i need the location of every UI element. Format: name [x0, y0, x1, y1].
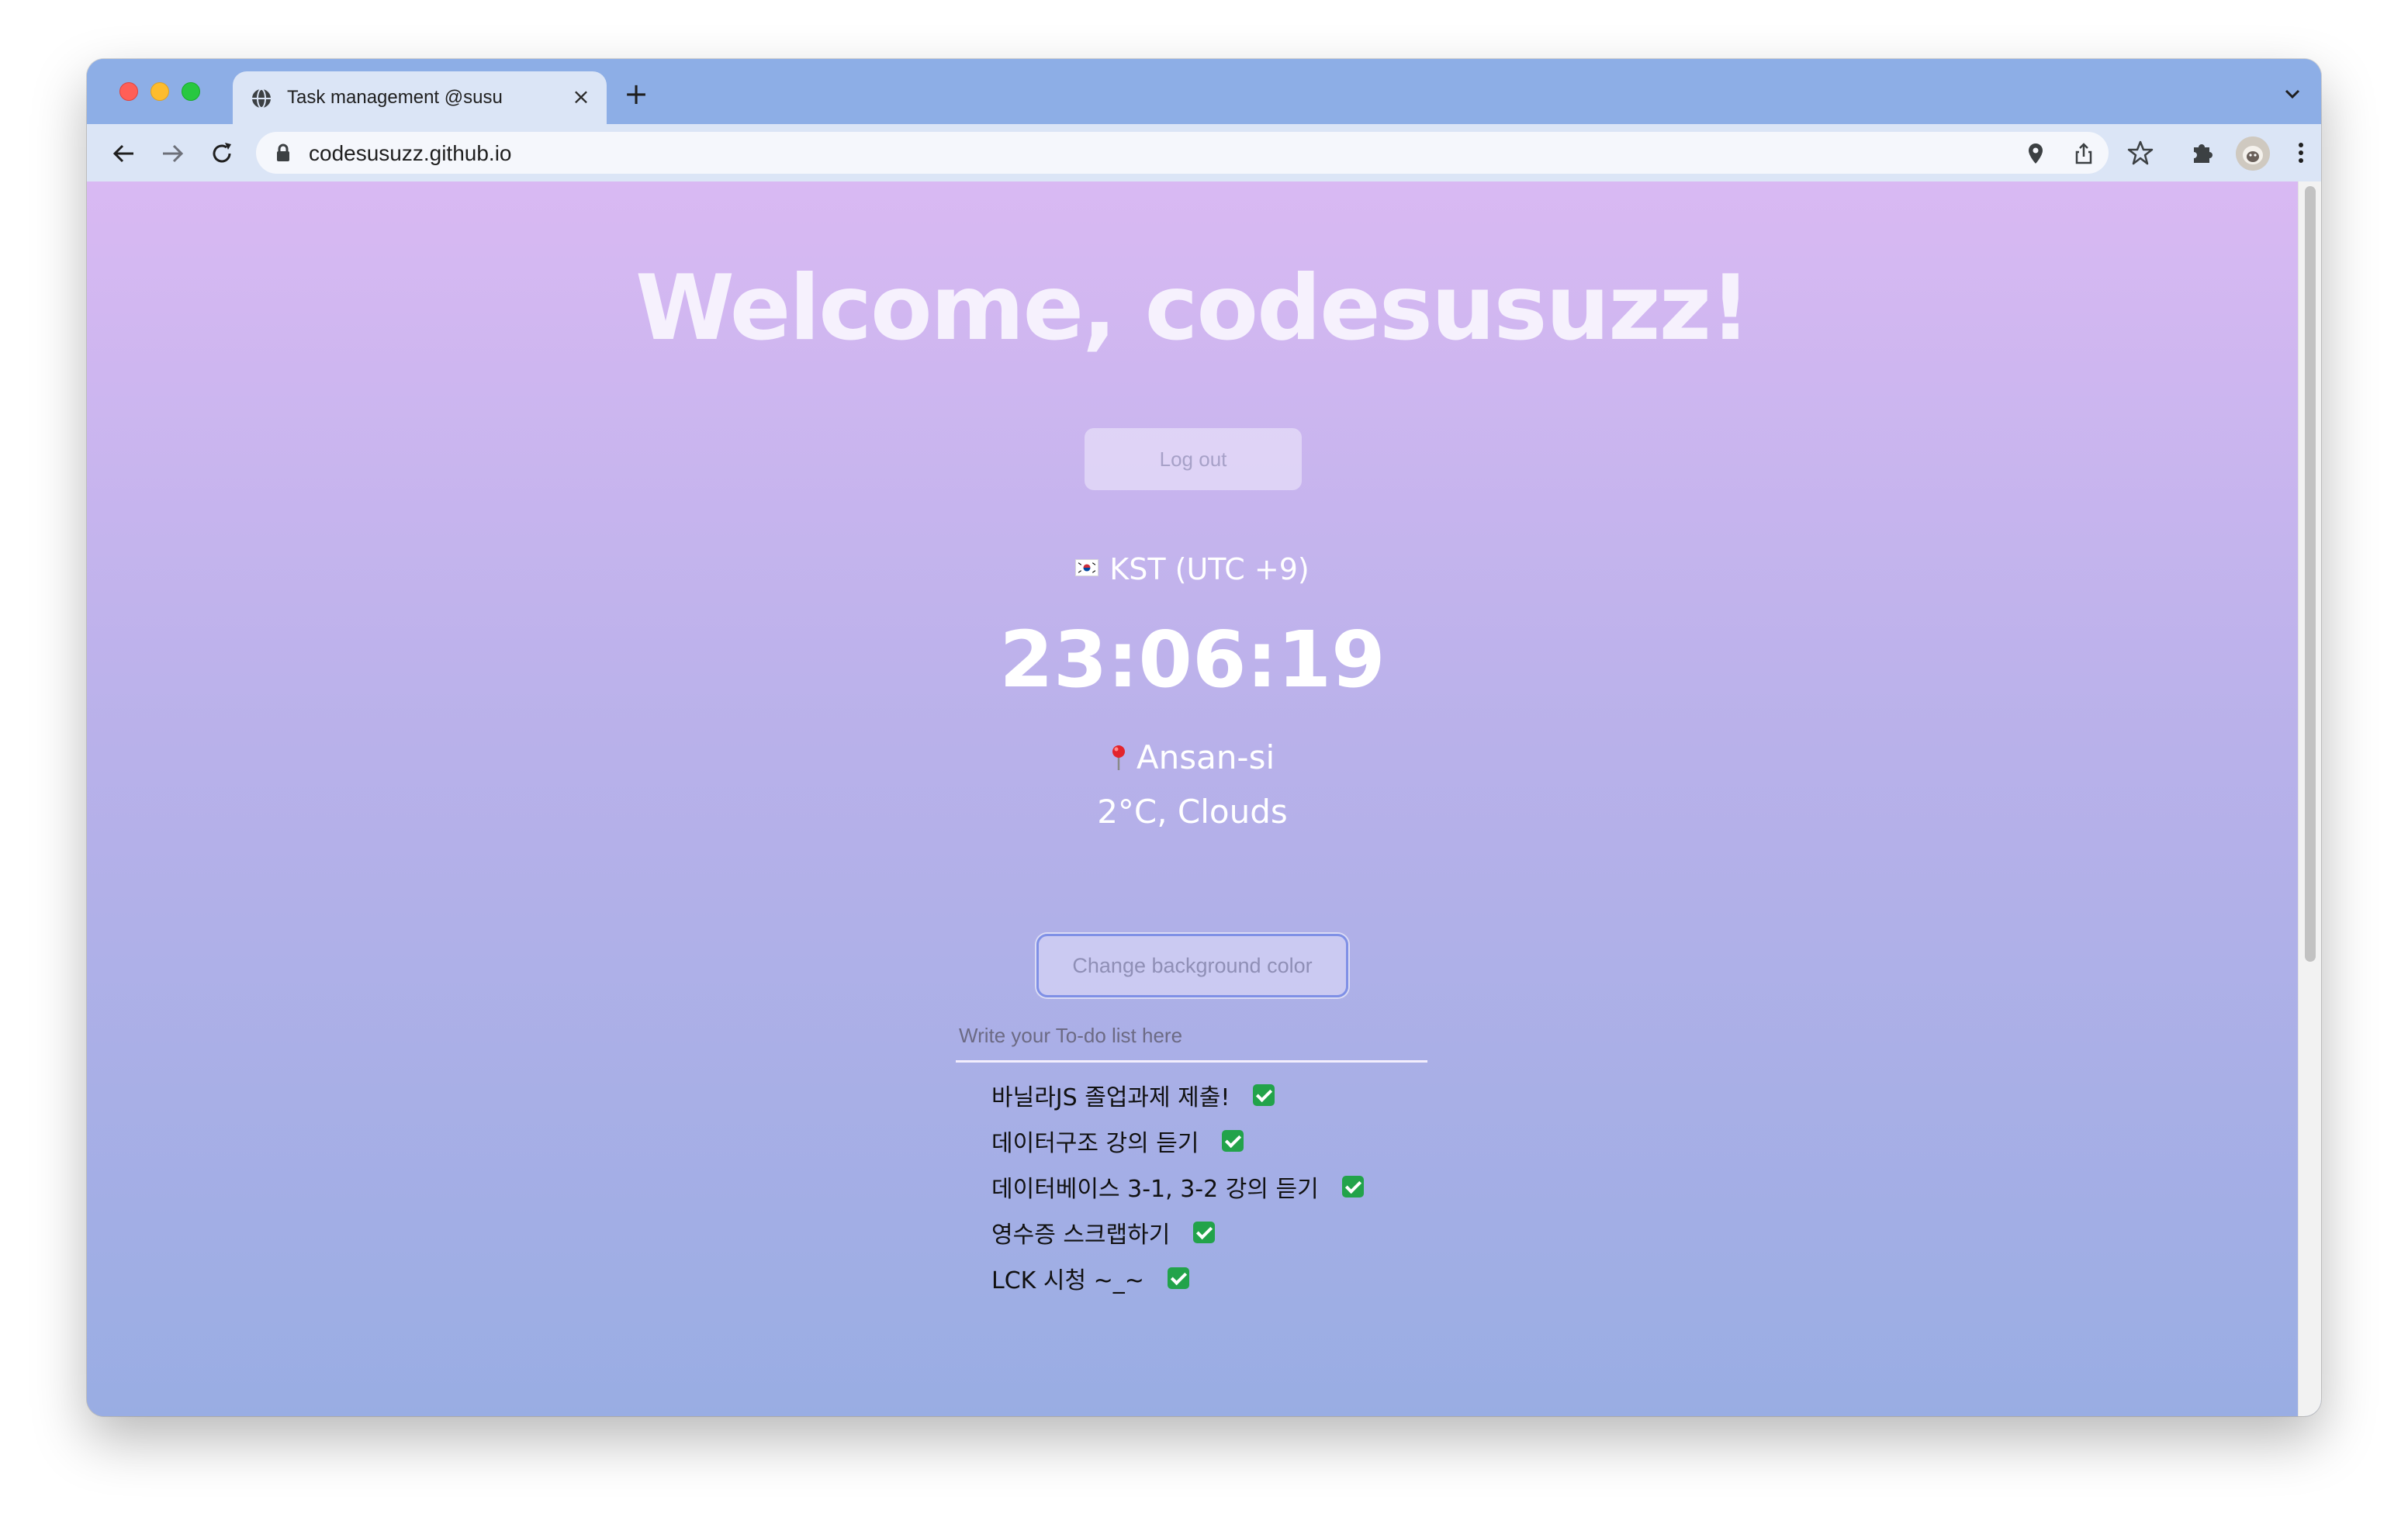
forward-arrow-icon[interactable]: [157, 138, 188, 169]
page-content: Welcome, codesusuzz! Log out KST (UTC +9…: [87, 181, 2298, 1416]
kebab-menu-icon[interactable]: [2293, 138, 2309, 168]
todo-input[interactable]: [956, 1011, 1427, 1063]
extensions-icon[interactable]: [2188, 138, 2217, 168]
logout-button[interactable]: Log out: [1085, 428, 1302, 490]
location-text: Ansan-si: [1136, 738, 1275, 776]
tab-bar: Task management @susu × +: [87, 59, 2321, 124]
page-viewport: Welcome, codesusuzz! Log out KST (UTC +9…: [87, 181, 2321, 1416]
globe-icon: [252, 88, 271, 109]
window-minimize-button[interactable]: [150, 82, 169, 101]
location-label: Ansan-si: [87, 738, 2298, 776]
timezone-text: KST (UTC +9): [1109, 552, 1310, 586]
todo-text: 데이터베이스 3-1, 3-2 강의 듣기: [991, 1175, 1319, 1203]
tab-title: Task management @susu: [287, 87, 503, 108]
check-icon[interactable]: [1253, 1083, 1275, 1106]
scrollbar[interactable]: [2298, 181, 2321, 1416]
todo-item: LCK 시청 ~_~: [991, 1255, 1364, 1301]
scrollbar-thumb[interactable]: [2305, 186, 2316, 962]
pin-icon: [1112, 745, 1125, 770]
window-close-button[interactable]: [119, 82, 138, 101]
url-text: codesusuzz.github.io: [309, 141, 512, 165]
weather-text: 2°C, Clouds: [1097, 793, 1288, 831]
todo-item: 데이터베이스 3-1, 3-2 강의 듣기: [991, 1163, 1364, 1209]
welcome-heading: Welcome, codesusuzz!: [635, 256, 1751, 361]
korea-flag-icon: [1075, 559, 1099, 576]
todo-text: LCK 시청 ~_~: [991, 1267, 1144, 1294]
todo-item: 데이터구조 강의 듣기: [991, 1118, 1364, 1163]
clock: 23:06:19: [999, 614, 1386, 705]
todo-text: 데이터구조 강의 듣기: [991, 1129, 1199, 1157]
star-icon[interactable]: [2126, 138, 2155, 168]
location-icon[interactable]: [2023, 141, 2048, 166]
lock-icon: [277, 143, 289, 161]
browser-window: Task management @susu × + codesusuzz.git…: [87, 59, 2321, 1416]
browser-toolbar: codesusuzz.github.io: [87, 124, 2321, 181]
window-maximize-button[interactable]: [182, 82, 200, 101]
share-icon[interactable]: [2071, 141, 2096, 166]
profile-image: [2236, 137, 2270, 171]
timezone-label: KST (UTC +9): [87, 552, 2298, 586]
check-icon[interactable]: [1341, 1175, 1364, 1197]
check-icon[interactable]: [1193, 1221, 1216, 1243]
reload-icon[interactable]: [206, 138, 237, 169]
avatar[interactable]: [2236, 137, 2270, 171]
close-icon[interactable]: ×: [569, 85, 593, 109]
check-icon[interactable]: [1222, 1129, 1244, 1152]
todo-item: 영수증 스크랩하기: [991, 1209, 1364, 1255]
chevron-down-icon[interactable]: [2279, 82, 2306, 105]
check-icon[interactable]: [1167, 1267, 1189, 1289]
todo-item: 바닐라JS 졸업과제 제출!: [991, 1072, 1364, 1118]
todo-list: 바닐라JS 졸업과제 제출! 데이터구조 강의 듣기 데이터베이스 3-1, 3…: [991, 1072, 1364, 1301]
plus-icon[interactable]: +: [621, 79, 652, 110]
todo-text: 영수증 스크랩하기: [991, 1221, 1171, 1249]
back-arrow-icon[interactable]: [109, 138, 140, 169]
browser-tab[interactable]: Task management @susu ×: [233, 71, 607, 124]
change-background-button[interactable]: Change background color: [1036, 934, 1348, 997]
todo-text: 바닐라JS 졸업과제 제출!: [991, 1083, 1230, 1111]
address-bar[interactable]: codesusuzz.github.io: [256, 132, 2109, 174]
